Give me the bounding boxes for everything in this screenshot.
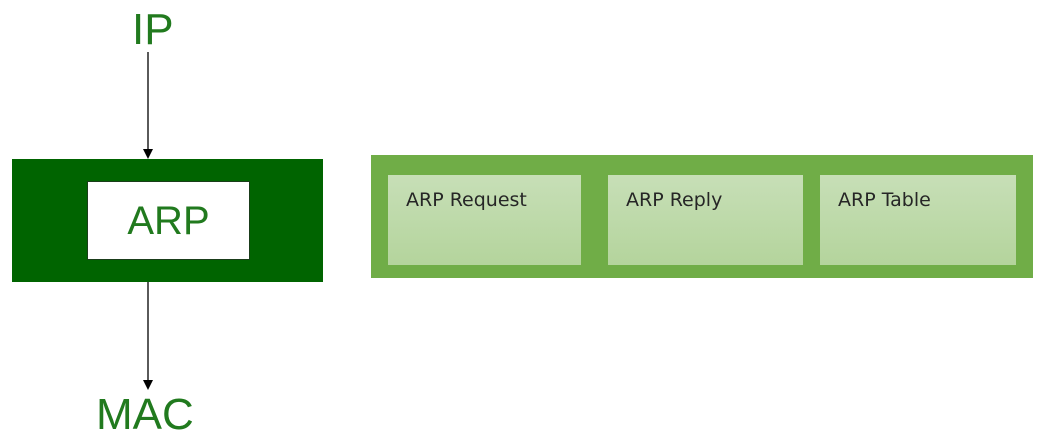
arp-components-panel: ARP Request ARP Reply ARP Table — [371, 155, 1033, 278]
arp-request-label: ARP Request — [406, 189, 527, 211]
arp-table-label: ARP Table — [838, 189, 931, 211]
arp-label-box: ARP — [87, 181, 250, 260]
arp-protocol-block: ARP — [12, 159, 323, 282]
arp-reply-label: ARP Reply — [626, 189, 723, 211]
arp-table-box: ARP Table — [820, 175, 1016, 265]
arp-label: ARP — [127, 198, 210, 243]
arp-reply-box: ARP Reply — [608, 175, 803, 265]
mac-label: MAC — [96, 390, 194, 439]
arp-request-box: ARP Request — [388, 175, 581, 265]
